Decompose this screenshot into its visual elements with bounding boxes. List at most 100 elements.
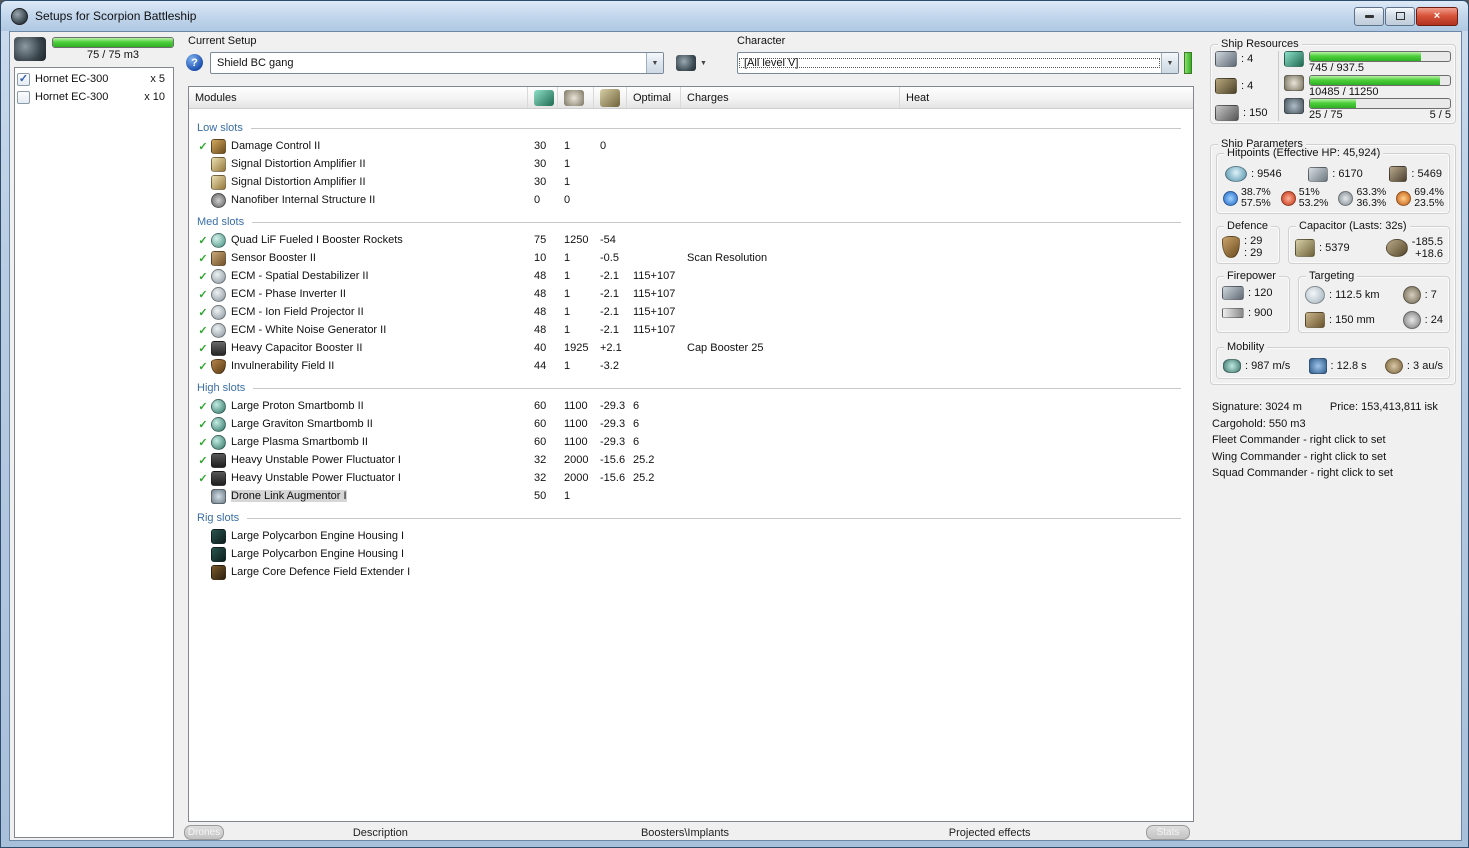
module-name: Signal Distortion Amplifier II bbox=[231, 176, 366, 188]
tab-drones[interactable]: Drones bbox=[184, 825, 224, 840]
drone-list-item[interactable]: Hornet EC-300 x 10 bbox=[17, 88, 171, 106]
tab-boosters-implants[interactable]: Boosters\Implants bbox=[533, 827, 838, 839]
module-powergrid: 2000 bbox=[564, 472, 589, 484]
ship-parameters-box: Ship Parameters Hitpoints (Effective HP:… bbox=[1210, 138, 1456, 385]
character-select[interactable]: [All level V] ▼ bbox=[737, 52, 1179, 74]
module-optimal: 25.2 bbox=[633, 454, 655, 466]
explosive-resist-icon bbox=[1396, 190, 1412, 206]
module-cpu: 60 bbox=[534, 436, 547, 448]
capacitor-icon bbox=[1295, 239, 1315, 257]
module-row[interactable]: ✓ Invulnerability Field II 44 1 -3.2 bbox=[189, 357, 1193, 375]
module-row[interactable]: ✓ Quad LiF Fueled I Booster Rockets 75 1250… bbox=[189, 231, 1193, 249]
module-row[interactable]: ✓ ECM - Phase Inverter II 48 1 -2.1 115+107 bbox=[189, 285, 1193, 303]
close-button[interactable]: × bbox=[1416, 6, 1458, 26]
powergrid-icon bbox=[564, 89, 584, 106]
module-powergrid: 2000 bbox=[564, 454, 589, 466]
chevron-down-icon[interactable]: ▼ bbox=[646, 53, 663, 73]
ecm-icon bbox=[211, 268, 226, 284]
maximize-button[interactable] bbox=[1385, 6, 1415, 26]
module-cpu: 32 bbox=[534, 472, 547, 484]
module-row[interactable]: ✓ Heavy Unstable Power Fluctuator I 32 2000… bbox=[189, 469, 1193, 487]
module-row[interactable]: Signal Distortion Amplifier II 30 1 bbox=[189, 155, 1193, 173]
drone-list-item[interactable]: ✓ Hornet EC-300 x 5 bbox=[17, 70, 171, 88]
mobility-legend: Mobility bbox=[1224, 341, 1268, 353]
fitted-check-icon: ✓ bbox=[198, 288, 208, 301]
module-powergrid: 1 bbox=[564, 306, 571, 318]
smartbomb-icon bbox=[211, 416, 226, 432]
fleet-commander-slot[interactable]: Fleet Commander - right click to set bbox=[1212, 432, 1456, 449]
module-row[interactable]: ✓ Heavy Capacitor Booster II 40 1925 +2.1 Cap… bbox=[189, 339, 1193, 357]
module-name: Heavy Capacitor Booster II bbox=[231, 342, 363, 354]
module-row[interactable]: Large Polycarbon Engine Housing I bbox=[189, 545, 1193, 563]
drone-bay-icon bbox=[14, 37, 46, 61]
module-row[interactable]: ✓ Large Proton Smartbomb II 60 1100 -29.3 6 bbox=[189, 397, 1193, 415]
ecm-icon bbox=[211, 304, 226, 320]
current-setup-select[interactable]: Shield BC gang ▼ bbox=[210, 52, 664, 74]
module-powergrid: 1100 bbox=[564, 400, 588, 412]
fitted-check-icon: ✓ bbox=[198, 400, 208, 413]
module-row[interactable]: Large Polycarbon Engine Housing I bbox=[189, 527, 1193, 545]
minimize-button[interactable] bbox=[1354, 6, 1384, 26]
module-cpu: 10 bbox=[534, 252, 547, 264]
module-powergrid: 1100 bbox=[564, 436, 588, 448]
module-row[interactable]: ✓ Heavy Unstable Power Fluctuator I 32 2000… bbox=[189, 451, 1193, 469]
module-name: Quad LiF Fueled I Booster Rockets bbox=[231, 234, 403, 246]
fitted-check-icon: ✓ bbox=[198, 270, 208, 283]
sensor-strength-value: : 150 mm bbox=[1329, 314, 1375, 326]
module-name: Signal Distortion Amplifier II bbox=[231, 158, 366, 170]
module-name: ECM - White Noise Generator II bbox=[231, 324, 387, 336]
defence-top-value: : 29 bbox=[1244, 235, 1263, 247]
help-icon[interactable]: ? bbox=[186, 54, 203, 71]
module-row[interactable]: Large Core Defence Field Extender I bbox=[189, 563, 1193, 581]
structure-hp-icon bbox=[1389, 166, 1408, 182]
module-row[interactable]: Nanofiber Internal Structure II 0 0 bbox=[189, 191, 1193, 209]
tab-projected-effects[interactable]: Projected effects bbox=[837, 827, 1142, 839]
capacitor-amount: : 5379 bbox=[1319, 242, 1350, 254]
column-heat: Heat bbox=[906, 91, 930, 104]
ecm-icon bbox=[211, 322, 226, 338]
fitted-check-icon: ✓ bbox=[198, 324, 208, 337]
module-row[interactable]: ✓ Damage Control II 30 1 0 bbox=[189, 137, 1193, 155]
squad-commander-slot[interactable]: Squad Commander - right click to set bbox=[1212, 465, 1456, 482]
damage-control-icon bbox=[211, 138, 226, 154]
module-row[interactable]: ✓ ECM - Spatial Destabilizer II 48 1 -2.1 115… bbox=[189, 267, 1193, 285]
chevron-down-icon[interactable]: ▼ bbox=[1161, 53, 1178, 73]
smartbomb-icon bbox=[211, 434, 226, 450]
module-cap-use: 0 bbox=[600, 140, 607, 152]
current-setup-label: Current Setup bbox=[188, 35, 257, 47]
module-optimal: 115+107 bbox=[633, 270, 676, 282]
module-row[interactable]: ✓ ECM - White Noise Generator II 48 1 -2.1 11… bbox=[189, 321, 1193, 339]
mobility-box: Mobility : 987 m/s : 12.8 s : 3 au/s bbox=[1216, 341, 1450, 379]
fitted-check-icon: ✓ bbox=[198, 306, 208, 319]
module-name: ECM - Spatial Destabilizer II bbox=[231, 270, 369, 282]
fitted-check-icon: ✓ bbox=[198, 140, 208, 153]
module-powergrid: 1 bbox=[564, 252, 571, 264]
module-row[interactable]: ✓ Large Plasma Smartbomb II 60 1100 -29.3 6 bbox=[189, 433, 1193, 451]
module-row[interactable]: Signal Distortion Amplifier II 30 1 bbox=[189, 173, 1193, 191]
module-row[interactable]: ✓ ECM - Ion Field Projector II 48 1 -2.1 115+… bbox=[189, 303, 1193, 321]
checkbox-unchecked[interactable] bbox=[17, 90, 30, 104]
module-cap-use: -29.3 bbox=[600, 418, 626, 430]
slot-section-title: Med slots bbox=[189, 213, 1193, 231]
resists-row: 38.7% 57.5% 51% 53.2% 63.3% 36.3% 69.4% 23.5% bbox=[1223, 187, 1444, 209]
thermal-resist-icon bbox=[1280, 190, 1296, 206]
window-title: Setups for Scorpion Battleship bbox=[35, 9, 197, 23]
ecm-icon bbox=[211, 286, 226, 302]
sensor-strength-icon bbox=[1305, 312, 1325, 328]
powergrid-bar bbox=[1309, 74, 1451, 86]
wing-commander-slot[interactable]: Wing Commander - right click to set bbox=[1212, 449, 1456, 466]
module-powergrid: 1 bbox=[564, 360, 571, 372]
module-row[interactable]: ✓ Sensor Booster II 10 1 -0.5 Scan Resolution bbox=[189, 249, 1193, 267]
tab-stats[interactable]: Stats bbox=[1145, 825, 1190, 840]
drone-slots: 5 / 5 bbox=[1429, 109, 1451, 121]
defence-legend: Defence bbox=[1224, 220, 1271, 232]
tab-description[interactable]: Description bbox=[228, 827, 533, 839]
module-row[interactable]: ✓ Large Graviton Smartbomb II 60 1100 -29.3 6 bbox=[189, 415, 1193, 433]
ship-tools-button[interactable]: ▼ bbox=[672, 52, 711, 74]
checkbox-checked[interactable]: ✓ bbox=[17, 72, 30, 86]
turret-dps-icon bbox=[1222, 286, 1244, 300]
cpu-icon bbox=[534, 89, 554, 106]
module-row[interactable]: Drone Link Augmentor I 50 1 bbox=[189, 487, 1193, 505]
warp-speed-icon bbox=[1384, 358, 1403, 374]
drone-list: ✓ Hornet EC-300 x 5 Hornet EC-300 x 10 bbox=[14, 67, 174, 838]
